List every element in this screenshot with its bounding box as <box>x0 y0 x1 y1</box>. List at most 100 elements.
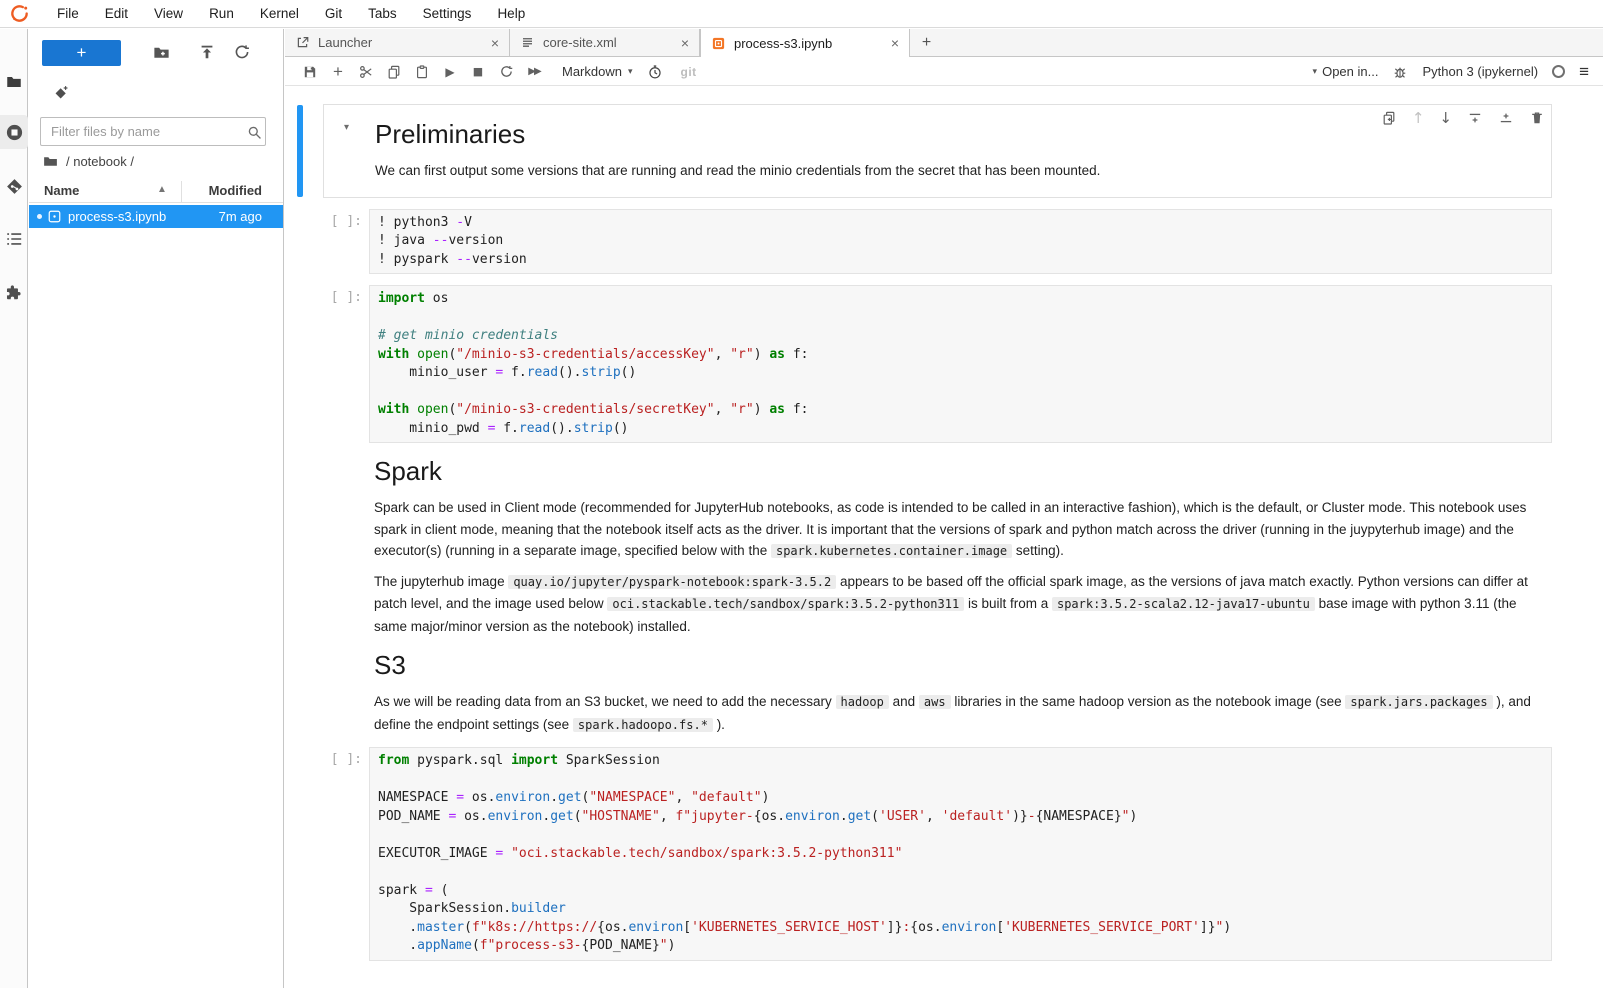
sidebar-tab-git[interactable] <box>0 171 28 201</box>
cell-collapser-icon[interactable]: ▾ <box>344 122 349 133</box>
sidebar-tab-extensions[interactable] <box>0 277 28 307</box>
code-editor[interactable]: import os # get minio credentials with o… <box>369 285 1552 443</box>
markdown-cell[interactable]: S3As we will be reading data from an S3 … <box>323 649 1552 736</box>
filter-files-input[interactable] <box>40 117 266 146</box>
caret-down-icon: ▾ <box>1313 66 1318 77</box>
code-cell[interactable]: [ ]:! python3 -V ! java --version ! pysp… <box>323 209 1552 275</box>
close-tab-icon[interactable]: × <box>883 35 899 51</box>
cell-type-select[interactable]: Markdown ▾ <box>562 64 633 79</box>
markdown-rendered[interactable]: ▾PreliminariesWe can first output some v… <box>323 104 1552 198</box>
menu-item-file[interactable]: File <box>44 0 92 28</box>
markdown-paragraph: Spark can be used in Client mode (recomm… <box>374 497 1552 563</box>
home-folder-icon <box>42 153 59 170</box>
refresh-icon[interactable] <box>233 43 251 61</box>
column-divider <box>181 181 182 202</box>
section-heading: Spark <box>374 455 1552 487</box>
menu-item-help[interactable]: Help <box>484 0 538 28</box>
stop-kernel-icon[interactable]: ■ <box>464 59 492 85</box>
inline-code: aws <box>919 695 951 709</box>
sort-asc-icon: ▲ <box>157 184 167 195</box>
tab-launcher[interactable]: Launcher × <box>285 29 510 56</box>
new-launcher-button[interactable]: + <box>42 40 121 66</box>
restart-run-all-icon[interactable]: ▶▶ <box>520 59 548 85</box>
search-icon <box>246 124 263 141</box>
code-editor[interactable]: ! python3 -V ! java --version ! pyspark … <box>369 209 1552 275</box>
unsaved-dot-icon <box>37 214 42 219</box>
move-cell-down-icon[interactable]: ↓ <box>1439 109 1452 127</box>
duplicate-cell-icon[interactable] <box>1381 110 1397 126</box>
sidebar-tab-running[interactable] <box>0 117 28 147</box>
menu-item-edit[interactable]: Edit <box>92 0 141 28</box>
paste-cells-icon[interactable] <box>408 59 436 85</box>
execution-time-icon[interactable] <box>641 59 669 85</box>
menu-item-kernel[interactable]: Kernel <box>247 0 312 28</box>
copy-cells-icon[interactable] <box>380 59 408 85</box>
cell-toolbar: ↑ ↓ <box>1381 109 1545 127</box>
tab-process-s3-ipynb[interactable]: process-s3.ipynb × <box>700 29 910 57</box>
menu-item-git[interactable]: Git <box>312 0 355 28</box>
restart-kernel-icon[interactable] <box>492 59 520 85</box>
markdown-cell[interactable]: ▾PreliminariesWe can first output some v… <box>323 104 1552 198</box>
insert-cell-above-icon[interactable] <box>1467 110 1483 126</box>
open-in-dropdown[interactable]: ▾ Open in... <box>1313 64 1379 79</box>
markdown-rendered[interactable]: S3As we will be reading data from an S3 … <box>323 649 1552 736</box>
cell-prompt: [ ]: <box>323 209 369 229</box>
cell-prompt: [ ]: <box>323 747 369 767</box>
notebook-icon <box>711 36 726 51</box>
insert-cell-below-icon[interactable] <box>1498 110 1514 126</box>
upload-icon[interactable] <box>198 43 216 61</box>
kernel-name[interactable]: Python 3 (ipykernel) <box>1422 64 1538 79</box>
file-browser-panel: + / notebook / Name ▲ Modified <box>29 29 284 988</box>
git-toolbar-button[interactable]: git <box>681 65 697 79</box>
inline-code: oci.stackable.tech/sandbox/spark:3.5.2-p… <box>607 597 964 611</box>
file-row-selected[interactable]: process-s3.ipynb 7m ago <box>29 205 283 228</box>
save-icon[interactable] <box>296 59 324 85</box>
markdown-paragraph: As we will be reading data from an S3 bu… <box>374 691 1552 736</box>
tab-core-site-xml[interactable]: core-site.xml × <box>510 29 700 56</box>
inline-code: quay.io/jupyter/pyspark-notebook:spark-3… <box>508 575 836 589</box>
running-kernels-icon <box>5 123 24 142</box>
debugger-bug-icon[interactable] <box>1392 64 1408 80</box>
sidebar-tab-file-browser[interactable] <box>0 67 28 97</box>
chevron-down-icon: ▾ <box>628 66 633 77</box>
run-cell-icon[interactable]: ▶ <box>436 59 464 85</box>
menu-bar-items: FileEditViewRunKernelGitTabsSettingsHelp <box>44 0 538 28</box>
add-cell-icon[interactable]: + <box>324 59 352 85</box>
cut-cells-icon[interactable] <box>352 59 380 85</box>
close-tab-icon[interactable]: × <box>673 35 689 51</box>
new-tab-button[interactable]: + <box>910 29 943 56</box>
move-cell-up-icon[interactable]: ↑ <box>1412 109 1425 127</box>
kernel-status-area: ▾ Open in... Python 3 (ipykernel) ≡ <box>1313 63 1603 80</box>
markdown-cell[interactable]: Spark Spark can be used in Client mode (r… <box>323 455 1552 637</box>
sidebar-tab-toc[interactable] <box>0 224 28 254</box>
notebook-file-icon <box>47 209 62 224</box>
delete-cell-icon[interactable] <box>1529 110 1545 126</box>
breadcrumb[interactable]: / notebook / <box>42 151 134 171</box>
menu-item-view[interactable]: View <box>141 0 196 28</box>
code-cell[interactable]: [ ]:from pyspark.sql import SparkSession… <box>323 747 1552 961</box>
hamburger-menu-icon[interactable]: ≡ <box>1579 63 1589 80</box>
main-area: Launcher × core-site.xml × process-s3.ip… <box>285 29 1603 988</box>
selected-cell-indicator[interactable] <box>297 105 303 197</box>
git-init-icon[interactable] <box>53 84 70 101</box>
file-list-header: Name ▲ Modified <box>29 181 283 203</box>
notebook-panel: ↑ ↓ ▾PreliminariesWe can first output so… <box>285 87 1603 988</box>
code-cell[interactable]: [ ]:import os # get minio credentials wi… <box>323 285 1552 443</box>
inline-code: spark.kubernetes.container.image <box>771 544 1012 558</box>
modified-column-header[interactable]: Modified <box>209 183 262 198</box>
menu-item-run[interactable]: Run <box>196 0 247 28</box>
file-modified: 7m ago <box>219 209 262 224</box>
code-editor[interactable]: from pyspark.sql import SparkSession NAM… <box>369 747 1552 961</box>
new-folder-icon[interactable] <box>152 43 171 62</box>
menu-bar: FileEditViewRunKernelGitTabsSettingsHelp <box>0 0 1603 28</box>
tab-label: core-site.xml <box>543 35 617 50</box>
kernel-status-icon[interactable] <box>1552 65 1565 78</box>
close-tab-icon[interactable]: × <box>483 35 499 51</box>
menu-item-settings[interactable]: Settings <box>410 0 485 28</box>
inline-code: spark.hadoopo.fs.* <box>573 718 713 732</box>
menu-item-tabs[interactable]: Tabs <box>355 0 410 28</box>
markdown-paragraph: We can first output some versions that a… <box>375 160 1535 182</box>
inline-code: spark.jars.packages <box>1345 695 1492 709</box>
markdown-rendered[interactable]: Spark Spark can be used in Client mode (r… <box>323 455 1552 637</box>
name-column-header[interactable]: Name <box>44 183 79 198</box>
